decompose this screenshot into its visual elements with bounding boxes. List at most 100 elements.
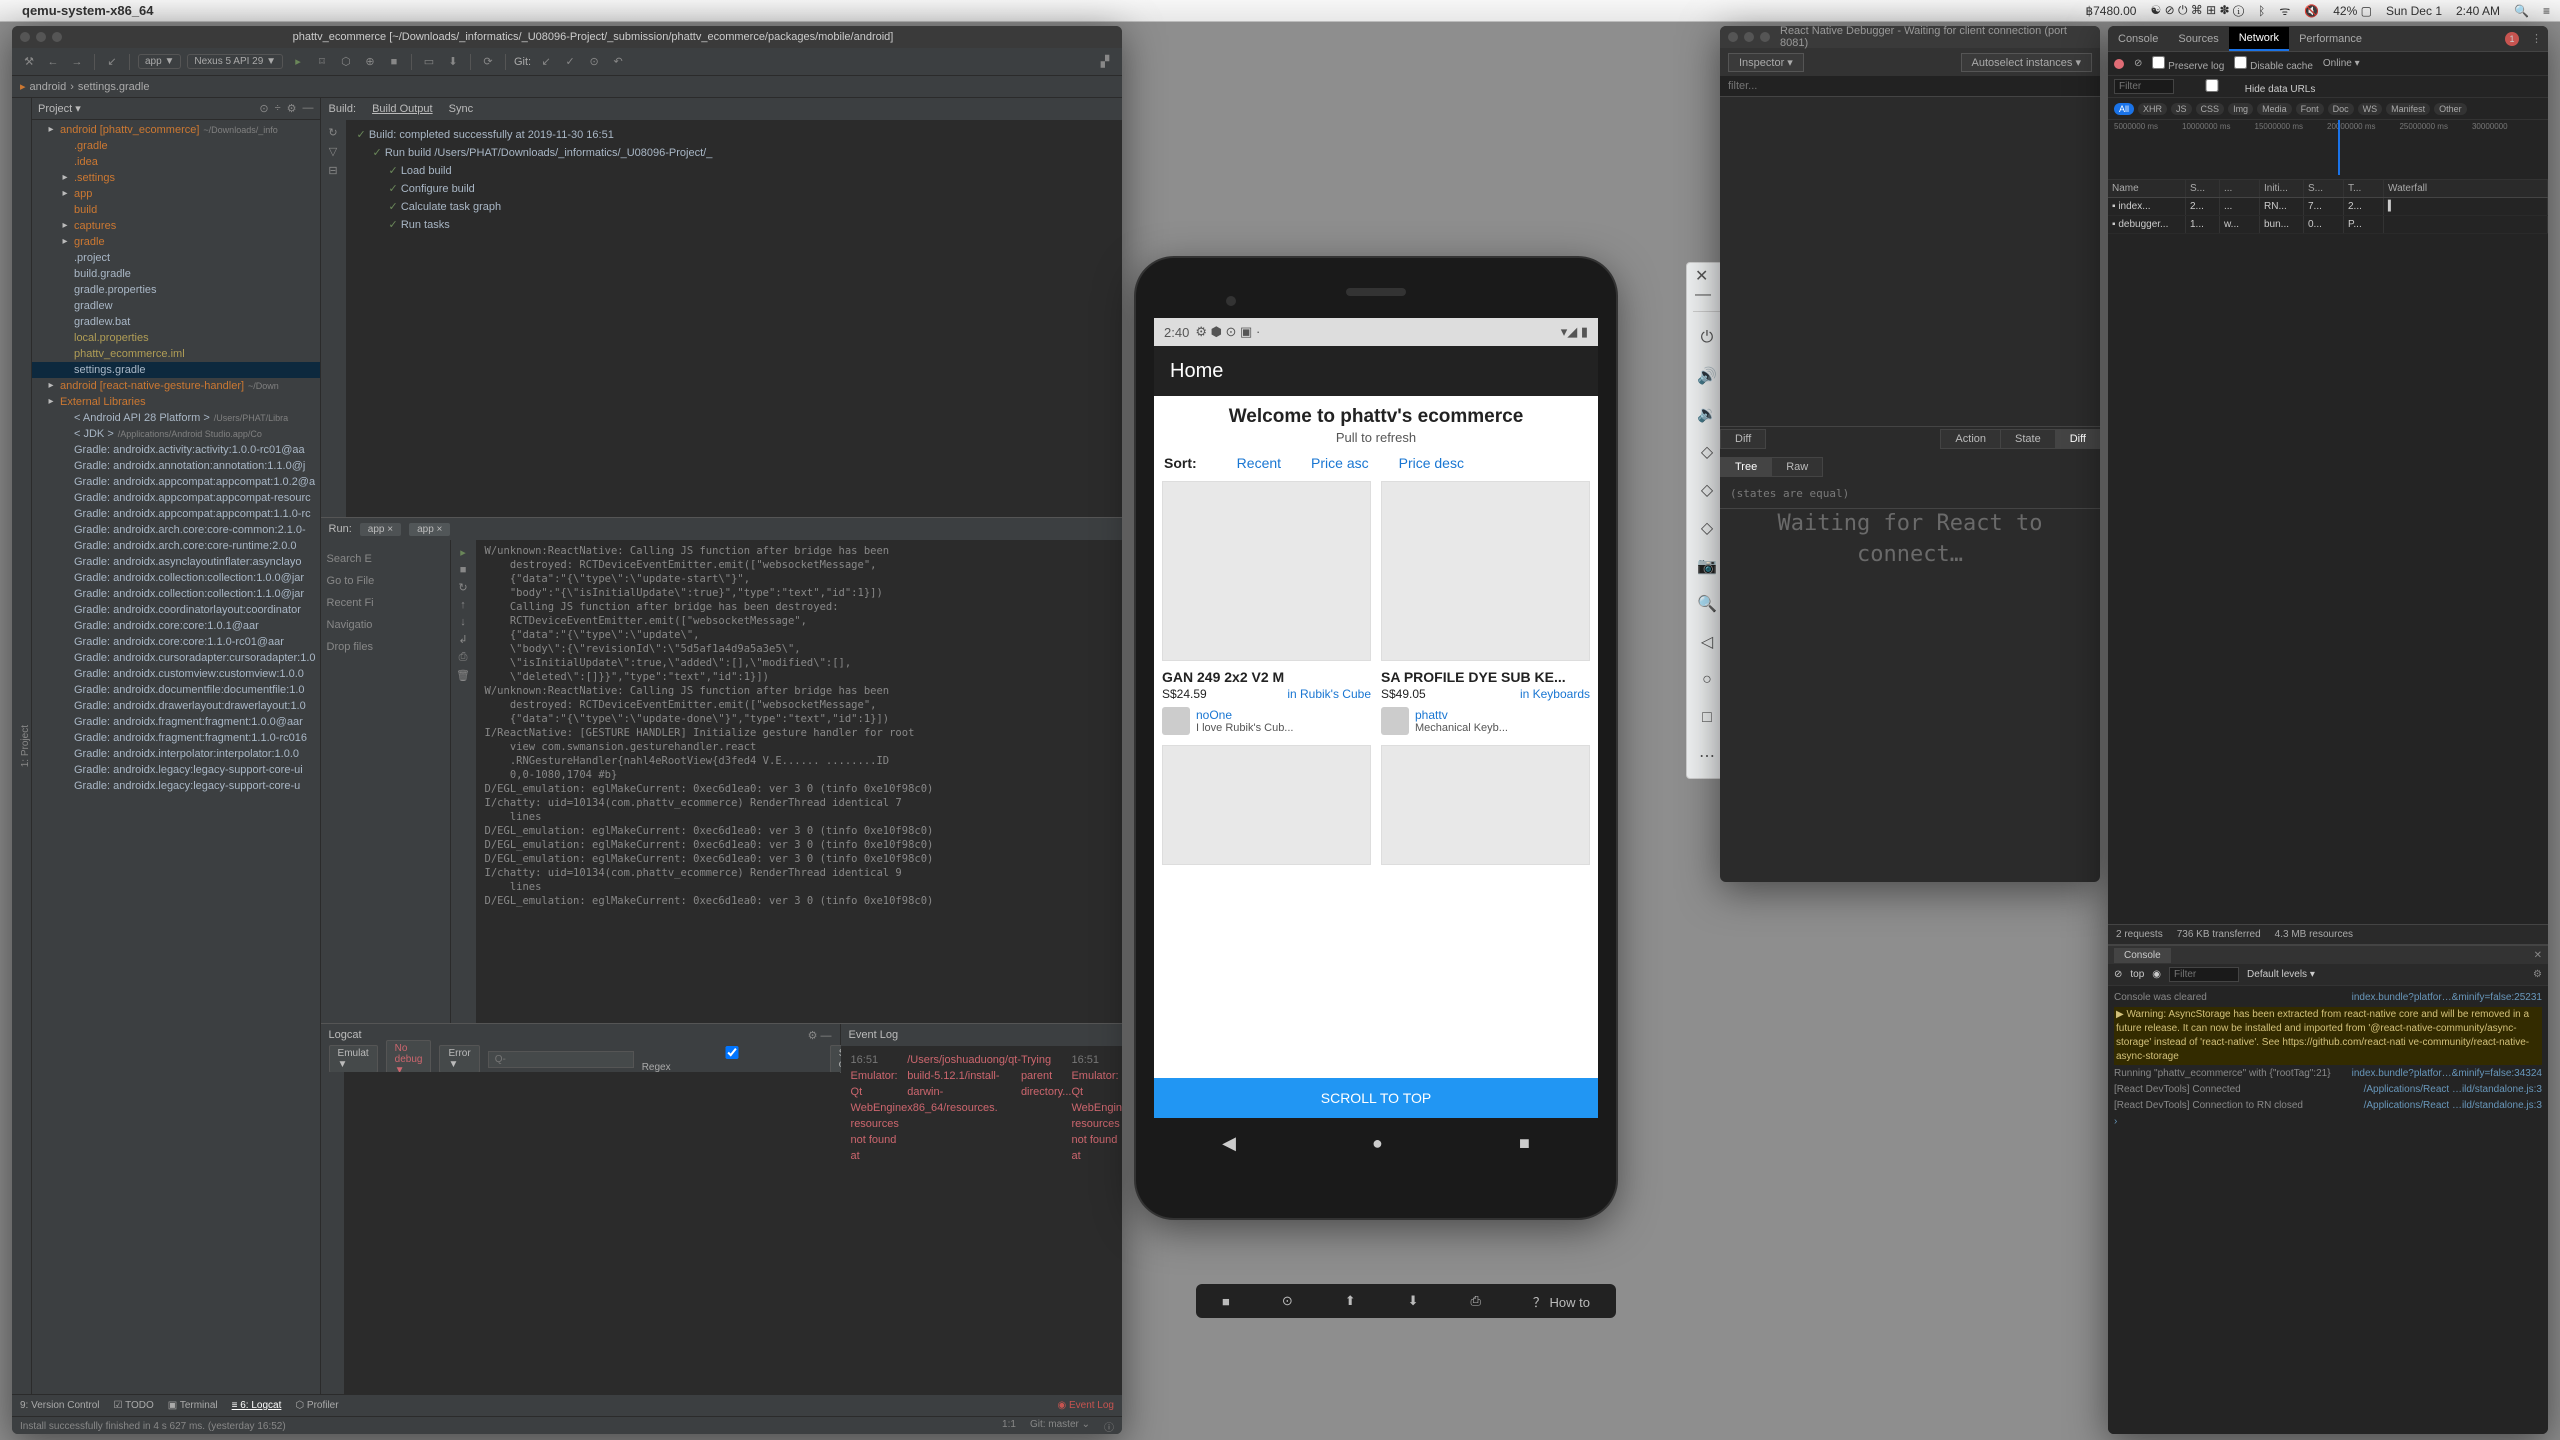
seller-name[interactable]: phattv: [1415, 708, 1508, 722]
expand-icon[interactable]: ⊟: [328, 164, 337, 177]
tree-row[interactable]: ▸captures: [32, 218, 320, 234]
spotlight-icon[interactable]: 🔍: [2514, 4, 2529, 18]
build-line[interactable]: Run tasks1 s 744 ms: [357, 216, 1122, 234]
product-card[interactable]: SA PROFILE DYE SUB KE...S$49.05in Keyboa…: [1381, 481, 1590, 735]
attach-icon[interactable]: ⊕: [361, 53, 379, 71]
record-icon[interactable]: [2114, 59, 2124, 69]
tree-row[interactable]: Gradle: androidx.interpolator:interpolat…: [32, 746, 320, 762]
network-timeline[interactable]: 5000000 ms10000000 ms15000000 ms20000000…: [2108, 120, 2548, 180]
as-titlebar[interactable]: phattv_ecommerce [~/Downloads/_informati…: [12, 26, 1122, 48]
emu-ctrl-button[interactable]: ？ How to: [1533, 1292, 1590, 1311]
build-line[interactable]: Calculate task graph207 ms: [357, 198, 1122, 216]
network-request-row[interactable]: ▪ debugger...1...w...bun...0...P...: [2108, 216, 2548, 234]
tree-row[interactable]: Gradle: androidx.asynclayoutinflater:asy…: [32, 554, 320, 570]
tree-row[interactable]: < Android API 28 Platform >/Users/PHAT/L…: [32, 410, 320, 426]
tree-row[interactable]: Gradle: androidx.drawerlayout:drawerlayo…: [32, 698, 320, 714]
restart-icon[interactable]: ↻: [458, 581, 467, 594]
seller-name[interactable]: noOne: [1196, 708, 1293, 722]
filter-icon[interactable]: ▽: [329, 145, 337, 158]
stop-icon[interactable]: ■: [460, 564, 467, 576]
avd-icon[interactable]: ▭: [420, 53, 438, 71]
git-branch[interactable]: Git: master ⌄: [1030, 1419, 1090, 1434]
breadcrumb-root[interactable]: android: [30, 81, 67, 93]
down-icon[interactable]: ↓: [460, 616, 466, 628]
tree-row[interactable]: build.gradle: [32, 266, 320, 282]
sync-tab[interactable]: Sync: [449, 103, 473, 115]
nav-back-icon[interactable]: ◀: [1222, 1133, 1236, 1154]
hide-icon[interactable]: —: [303, 102, 314, 115]
logcat-output[interactable]: [345, 1072, 840, 1394]
product-grid[interactable]: GAN 249 2x2 V2 MS$24.59in Rubik's Cubeno…: [1154, 475, 1598, 871]
product-image[interactable]: [1162, 481, 1371, 661]
clear-icon[interactable]: 🗑: [456, 669, 470, 682]
rerun-icon[interactable]: ↻: [328, 126, 337, 139]
filter-pill[interactable]: Other: [2434, 103, 2467, 115]
quick-action[interactable]: Drop files: [327, 636, 444, 658]
filter-pill[interactable]: JS: [2171, 103, 2192, 115]
tree-row[interactable]: Gradle: androidx.appcompat:appcompat:1.1…: [32, 506, 320, 522]
logcat-device-dd[interactable]: Emulat ▼: [329, 1045, 378, 1073]
collapse-icon[interactable]: ⚙: [287, 102, 297, 115]
filter-pill[interactable]: Img: [2228, 103, 2253, 115]
tree-row[interactable]: Gradle: androidx.collection:collection:1…: [32, 586, 320, 602]
terminal-tab[interactable]: ▣ Terminal: [168, 1400, 218, 1411]
profiler-tab[interactable]: ⬡ Profiler: [295, 1400, 338, 1411]
version-control-tab[interactable]: 9: Version Control: [20, 1400, 100, 1411]
quick-action[interactable]: Recent Fi: [327, 592, 444, 614]
rerun-icon[interactable]: ▸: [460, 546, 466, 559]
expand-all-icon[interactable]: ÷: [275, 102, 281, 115]
tree-row[interactable]: gradlew: [32, 298, 320, 314]
emu-side-button[interactable]: 📷: [1695, 554, 1719, 578]
logcat-hide-icon[interactable]: ⚙ —: [808, 1029, 832, 1042]
battery-status[interactable]: 42% ▢: [2333, 4, 2372, 18]
product-image[interactable]: [1162, 745, 1371, 865]
print-icon[interactable]: ⎙: [459, 651, 468, 664]
emu-side-button[interactable]: □: [1695, 706, 1719, 730]
tree-row[interactable]: local.properties: [32, 330, 320, 346]
run-output[interactable]: W/unknown:ReactNative: Calling JS functi…: [477, 540, 1122, 1023]
sync-icon[interactable]: ⟳: [479, 53, 497, 71]
status-info-icon[interactable]: ⓘ: [1104, 1419, 1114, 1434]
console-clear-icon[interactable]: ⊘: [2114, 969, 2122, 980]
emu-side-button[interactable]: ✕ —: [1695, 273, 1719, 297]
console-settings-icon[interactable]: ⚙: [2533, 969, 2542, 980]
rnd-titlebar[interactable]: React Native Debugger - Waiting for clie…: [1720, 26, 2100, 48]
run-config-selector[interactable]: app ▼: [138, 54, 181, 69]
logcat-tab[interactable]: ≡ 6: Logcat: [232, 1400, 282, 1411]
emu-side-button[interactable]: ⏻: [1695, 326, 1719, 350]
tree-row[interactable]: gradle.properties: [32, 282, 320, 298]
clear-icon[interactable]: ⊘: [2134, 58, 2142, 69]
network-filter-input[interactable]: [2114, 79, 2174, 94]
raw-tab[interactable]: Raw: [1771, 457, 1823, 477]
console-levels-dd[interactable]: Default levels ▾: [2247, 969, 2315, 980]
filter-pill[interactable]: CSS: [2196, 103, 2225, 115]
network-table[interactable]: NameS......Initi...S...T...Waterfall ▪ i…: [2108, 180, 2548, 234]
tree-row[interactable]: gradlew.bat: [32, 314, 320, 330]
network-request-row[interactable]: ▪ index...2......RN...7...2...▍: [2108, 198, 2548, 216]
git-history-icon[interactable]: ⊙: [585, 53, 603, 71]
product-image[interactable]: [1381, 745, 1590, 865]
rnd-top-pane[interactable]: [1720, 97, 2100, 427]
tree-row[interactable]: phattv_ecommerce.iml: [32, 346, 320, 362]
action-tab[interactable]: Action: [1940, 429, 2001, 449]
quick-action[interactable]: Navigatio: [327, 614, 444, 636]
tree-row[interactable]: < JDK >/Applications/Android Studio.app/…: [32, 426, 320, 442]
todo-tab[interactable]: ☑ TODO: [114, 1400, 154, 1411]
back-icon[interactable]: ←: [44, 53, 62, 71]
filter-pill[interactable]: Media: [2257, 103, 2292, 115]
emu-ctrl-button[interactable]: ⬇: [1408, 1293, 1419, 1309]
debug-icon[interactable]: ⌑: [313, 53, 331, 71]
product-image[interactable]: [1381, 481, 1590, 661]
breadcrumb-file[interactable]: settings.gradle: [78, 81, 150, 93]
tree-row[interactable]: Gradle: androidx.fragment:fragment:1.0.0…: [32, 714, 320, 730]
emu-side-button[interactable]: ◁: [1695, 630, 1719, 654]
autoselect-dd[interactable]: Autoselect instances ▾: [1961, 53, 2092, 72]
window-controls[interactable]: [1728, 32, 1770, 42]
emu-side-button[interactable]: ◇: [1695, 516, 1719, 540]
logcat-level-dd[interactable]: Error ▼: [439, 1045, 479, 1073]
sort-recent[interactable]: Recent: [1237, 455, 1281, 471]
tree-row[interactable]: Gradle: androidx.documentfile:documentfi…: [32, 682, 320, 698]
console-drawer-tab[interactable]: Console: [2114, 948, 2171, 963]
sources-tab[interactable]: Sources: [2168, 28, 2228, 50]
profile-icon[interactable]: ⬡: [337, 53, 355, 71]
